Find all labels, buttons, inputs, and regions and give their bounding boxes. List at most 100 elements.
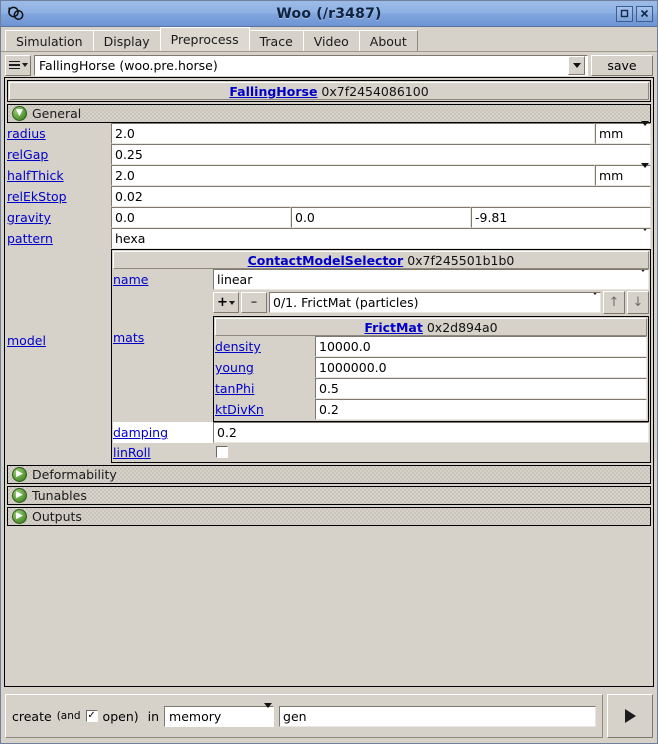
frictmat-header[interactable]: FrictMat 0x2d894a0	[215, 318, 647, 336]
gravity-x-input[interactable]: 0.0	[111, 207, 291, 228]
pattern-value: hexa	[115, 231, 146, 246]
table-row: name linear	[113, 269, 649, 290]
row-label-link[interactable]: density	[215, 339, 261, 354]
preprocessor-content: FallingHorse 0x7f2454086100 ▼ General ra…	[5, 78, 653, 528]
row-label-linroll[interactable]: linRoll	[113, 443, 213, 461]
move-down-button[interactable]: ↓	[627, 291, 649, 314]
row-label-gravity[interactable]: gravity	[7, 207, 111, 228]
hamburger-menu-icon[interactable]	[5, 54, 31, 76]
row-label-link[interactable]: gravity	[7, 210, 51, 225]
contactmodelselector-header[interactable]: ContactModelSelector 0x7f245501b1b0	[113, 251, 649, 269]
group-label: Outputs	[32, 509, 82, 524]
row-label-link[interactable]: mats	[113, 330, 144, 345]
open-checkbox[interactable]: ✓	[85, 710, 98, 722]
simulation-name-input[interactable]: gen	[279, 705, 596, 727]
move-up-button[interactable]: ↑	[603, 291, 625, 314]
row-label-link[interactable]: model	[7, 333, 46, 348]
object-class-name[interactable]: FallingHorse	[229, 84, 317, 99]
tab-simulation[interactable]: Simulation	[5, 30, 94, 51]
tab-preprocess[interactable]: Preprocess	[159, 27, 250, 51]
chevron-down-icon	[228, 300, 235, 305]
damping-input[interactable]: 0.2	[213, 422, 649, 443]
row-label-damping[interactable]: damping	[113, 422, 213, 443]
gravity-y-input[interactable]: 0.0	[291, 207, 471, 228]
young-input[interactable]: 1000000.0	[315, 357, 647, 378]
row-label-link[interactable]: relEkStop	[7, 189, 67, 204]
tab-display[interactable]: Display	[92, 30, 161, 51]
preprocessor-scroll-area[interactable]: FallingHorse 0x7f2454086100 ▼ General ra…	[4, 77, 654, 687]
radius-unit-select[interactable]: mm	[595, 120, 651, 144]
chevron-down-icon[interactable]	[641, 229, 649, 247]
table-row: halfThick 2.0 mm	[7, 162, 651, 186]
chevron-down-icon[interactable]	[264, 703, 273, 724]
chevron-down-icon[interactable]	[641, 162, 649, 184]
row-label-link[interactable]: tanPhi	[215, 381, 254, 396]
row-label-link[interactable]: relGap	[7, 147, 48, 162]
row-label-tanphi[interactable]: tanPhi	[215, 378, 315, 399]
ktdivkn-input[interactable]: 0.2	[315, 399, 647, 420]
add-mat-button[interactable]: +	[213, 292, 239, 313]
unit-label: mm	[599, 168, 624, 183]
row-label-young[interactable]: young	[215, 357, 315, 378]
gravity-z-input[interactable]: -9.81	[471, 207, 651, 228]
table-row: mats + – 0/1. FrictMat (particles) ↑ ↓ F…	[113, 290, 649, 422]
row-label-relgap[interactable]: relGap	[7, 144, 111, 165]
group-header-outputs[interactable]: ▶ Outputs	[7, 507, 651, 526]
linroll-checkbox-wrap	[213, 443, 649, 461]
contact-model-name-value: linear	[217, 272, 253, 287]
preprocessor-select[interactable]: FallingHorse (woo.pre.horse)	[34, 54, 588, 76]
row-label-name[interactable]: name	[113, 269, 213, 290]
row-label-link[interactable]: damping	[113, 425, 168, 440]
close-icon[interactable]	[636, 5, 653, 22]
group-header-general[interactable]: ▼ General	[7, 104, 651, 123]
row-label-relekstop[interactable]: relEkStop	[7, 186, 111, 207]
pattern-select[interactable]: hexa	[111, 228, 651, 249]
row-label-link[interactable]: pattern	[7, 231, 53, 246]
tab-video[interactable]: Video	[302, 30, 360, 51]
row-label-model[interactable]: model	[7, 249, 111, 463]
row-label-link[interactable]: name	[113, 272, 148, 287]
row-label-ktdivkn[interactable]: ktDivKn	[215, 399, 315, 420]
chevron-down-icon[interactable]	[591, 293, 599, 311]
tanphi-input[interactable]: 0.5	[315, 378, 647, 399]
halfthick-input[interactable]: 2.0	[111, 165, 595, 186]
row-label-link[interactable]: ktDivKn	[215, 402, 264, 417]
row-label-link[interactable]: radius	[7, 126, 46, 141]
arrow-up-icon: ↑	[608, 295, 620, 310]
object-class-header[interactable]: FallingHorse 0x7f2454086100	[9, 82, 649, 100]
row-label-radius[interactable]: radius	[7, 123, 111, 144]
group-header-tunables[interactable]: ▶ Tunables	[7, 486, 651, 505]
main-tab-bar: Simulation Display Preprocess Trace Vide…	[1, 27, 657, 52]
row-label-density[interactable]: density	[215, 336, 315, 357]
linroll-checkbox[interactable]	[216, 446, 228, 458]
maximize-button[interactable]	[616, 5, 633, 22]
row-label-halfthick[interactable]: halfThick	[7, 165, 111, 186]
run-button[interactable]	[607, 694, 653, 738]
row-label-link[interactable]: halfThick	[7, 168, 64, 183]
relekstop-input[interactable]: 0.02	[111, 186, 651, 207]
mat-index-select[interactable]: 0/1. FrictMat (particles)	[269, 292, 601, 313]
row-value-density: 10000.0	[315, 336, 647, 357]
radius-input[interactable]: 2.0	[111, 123, 595, 144]
class-name[interactable]: FrictMat	[364, 320, 422, 335]
target-select[interactable]: memory	[164, 703, 275, 727]
relgap-input[interactable]: 0.25	[111, 144, 651, 165]
row-label-link[interactable]: linRoll	[113, 445, 151, 460]
chevron-down-icon[interactable]	[641, 120, 649, 142]
chevron-down-icon[interactable]	[639, 270, 647, 288]
row-label-pattern[interactable]: pattern	[7, 228, 111, 249]
save-button[interactable]: save	[591, 54, 653, 76]
tab-trace[interactable]: Trace	[248, 30, 304, 51]
group-header-deformability[interactable]: ▶ Deformability	[7, 465, 651, 484]
halfthick-unit-select[interactable]: mm	[595, 162, 651, 186]
tab-about[interactable]: About	[358, 30, 418, 51]
row-value-halfthick: 2.0 mm	[111, 162, 651, 186]
class-name[interactable]: ContactModelSelector	[248, 253, 404, 268]
row-label-mats[interactable]: mats	[113, 290, 213, 422]
chevron-down-icon[interactable]	[568, 55, 585, 75]
remove-mat-button[interactable]: –	[241, 292, 267, 313]
group-label: Deformability	[32, 467, 117, 482]
density-input[interactable]: 10000.0	[315, 336, 647, 357]
row-label-link[interactable]: young	[215, 360, 254, 375]
contact-model-name-select[interactable]: linear	[213, 269, 649, 290]
